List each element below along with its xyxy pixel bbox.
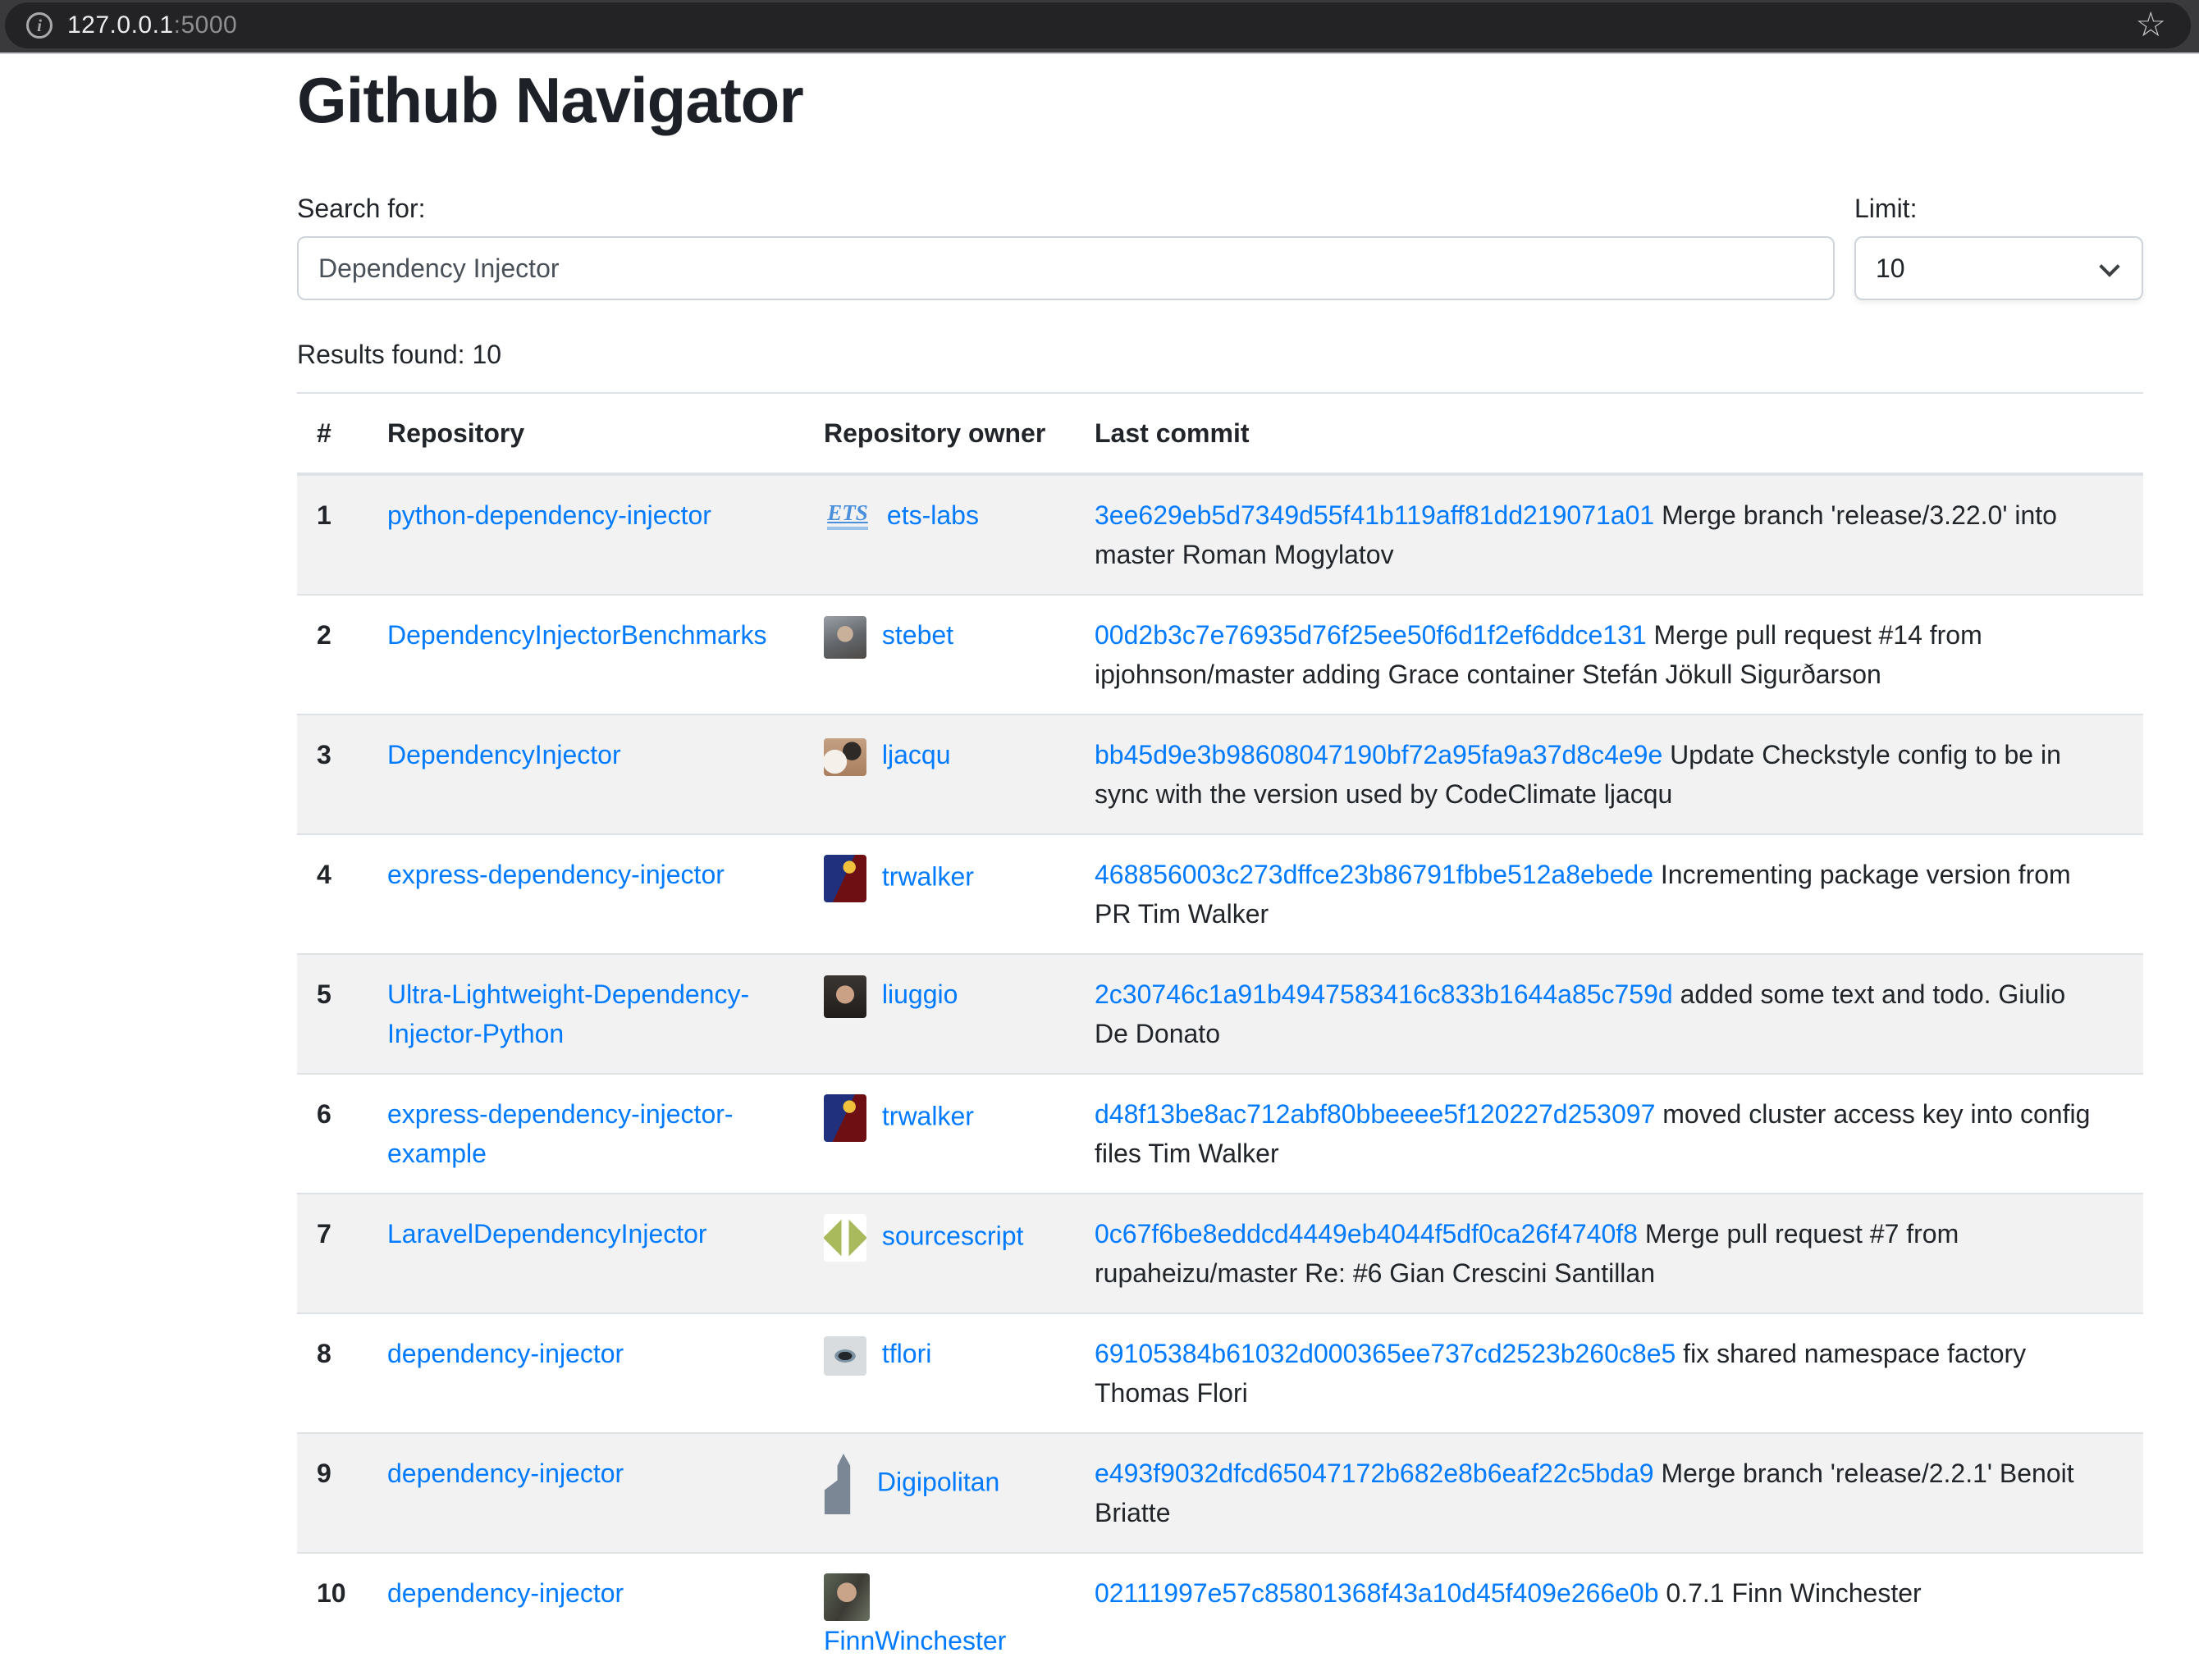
table-row: 2 DependencyInjectorBenchmarks stebet 00… <box>297 595 2143 714</box>
row-number: 1 <box>297 474 368 595</box>
owner-link[interactable]: ljacqu <box>882 740 951 769</box>
search-form: Search for: Limit: 10 <box>297 189 2143 300</box>
commit-hash-link[interactable]: 0c67f6be8eddcd4449eb4044f5df0ca26f4740f8 <box>1095 1219 1638 1249</box>
table-row: 6 express-dependency-injector-example tr… <box>297 1074 2143 1194</box>
owner-link[interactable]: FinnWinchester <box>824 1626 1006 1655</box>
star-icon[interactable]: ☆ <box>2135 7 2166 42</box>
tflori-avatar-icon <box>824 1336 866 1376</box>
repo-link[interactable]: python-dependency-injector <box>387 500 711 530</box>
table-row: 8 dependency-injector tflori 69105384b61… <box>297 1313 2143 1433</box>
digipolitan-avatar-icon <box>824 1454 862 1514</box>
column-header-num: # <box>297 393 368 474</box>
owner-link[interactable]: trwalker <box>882 861 974 891</box>
url-port: :5000 <box>174 11 238 39</box>
row-number: 7 <box>297 1194 368 1313</box>
owner-link[interactable]: ets-labs <box>887 500 979 530</box>
repo-link[interactable]: DependencyInjector <box>387 740 621 769</box>
repo-link[interactable]: LaravelDependencyInjector <box>387 1219 707 1249</box>
page-content: Github Navigator Search for: Limit: 10 R… <box>297 61 2143 1680</box>
limit-select[interactable]: 10 <box>1854 236 2143 300</box>
liuggio-avatar-icon <box>824 975 866 1018</box>
sourcescript-avatar-icon <box>824 1214 866 1262</box>
finnwinchester-avatar-icon <box>824 1573 870 1621</box>
table-row: 5 Ultra-Lightweight-Dependency-Injector-… <box>297 954 2143 1074</box>
stebet-avatar-icon <box>824 616 866 659</box>
commit-hash-link[interactable]: 468856003c273dffce23b86791fbbe512a8ebede <box>1095 860 1653 889</box>
page-title: Github Navigator <box>297 61 2143 139</box>
table-row: 7 LaravelDependencyInjector sourcescript… <box>297 1194 2143 1313</box>
row-number: 10 <box>297 1553 368 1680</box>
column-header-last-commit: Last commit <box>1075 393 2143 474</box>
commit-hash-link[interactable]: 00d2b3c7e76935d76f25ee50f6d1f2ef6ddce131 <box>1095 620 1647 650</box>
row-number: 6 <box>297 1074 368 1194</box>
table-row: 10 dependency-injector FinnWinchester 02… <box>297 1553 2143 1680</box>
commit-hash-link[interactable]: 2c30746c1a91b4947583416c833b1644a85c759d <box>1095 979 1673 1009</box>
owner-link[interactable]: sourcescript <box>882 1221 1024 1250</box>
commit-hash-link[interactable]: 02111997e57c85801368f43a10d45f409e266e0b <box>1095 1578 1659 1608</box>
results-table: # Repository Repository owner Last commi… <box>297 392 2143 1680</box>
table-header-row: # Repository Repository owner Last commi… <box>297 393 2143 474</box>
row-number: 8 <box>297 1313 368 1433</box>
limit-selected-value: 10 <box>1876 253 1905 284</box>
table-row: 4 express-dependency-injector trwalker 4… <box>297 834 2143 954</box>
commit-hash-link[interactable]: e493f9032dfcd65047172b682e8b6eaf22c5bda9 <box>1095 1459 1654 1488</box>
commit-hash-link[interactable]: 3ee629eb5d7349d55f41b119aff81dd219071a01 <box>1095 500 1654 530</box>
owner-link[interactable]: Digipolitan <box>877 1467 999 1496</box>
commit-hash-link[interactable]: 69105384b61032d000365ee737cd2523b260c8e5 <box>1095 1339 1676 1368</box>
table-row: 3 DependencyInjector ljacqu bb45d9e3b986… <box>297 714 2143 834</box>
url-text: 127.0.0.1:5000 <box>67 11 237 39</box>
search-label: Search for: <box>297 189 1835 228</box>
trwalker-avatar-icon <box>824 855 866 902</box>
table-row: 1 python-dependency-injector ETS ets-lab… <box>297 474 2143 595</box>
column-header-owner: Repository owner <box>804 393 1075 474</box>
browser-bar: i 127.0.0.1:5000 ☆ <box>0 0 2199 54</box>
row-number: 2 <box>297 595 368 714</box>
row-number: 9 <box>297 1433 368 1553</box>
commit-hash-link[interactable]: bb45d9e3b98608047190bf72a95fa9a37d8c4e9e <box>1095 740 1662 769</box>
repo-link[interactable]: Ultra-Lightweight-Dependency-Injector-Py… <box>387 979 749 1048</box>
info-icon[interactable]: i <box>26 12 53 39</box>
owner-link[interactable]: stebet <box>882 620 953 650</box>
chevron-down-icon <box>2099 256 2119 276</box>
owner-link[interactable]: liuggio <box>882 979 958 1009</box>
row-number: 5 <box>297 954 368 1074</box>
repo-link[interactable]: express-dependency-injector-example <box>387 1099 734 1168</box>
owner-link[interactable]: tflori <box>882 1339 931 1368</box>
trwalker-avatar-icon <box>824 1094 866 1142</box>
search-input[interactable] <box>297 236 1835 300</box>
row-number: 4 <box>297 834 368 954</box>
address-bar[interactable]: i 127.0.0.1:5000 ☆ <box>5 2 2191 48</box>
repo-link[interactable]: dependency-injector <box>387 1578 624 1608</box>
ets-labs-avatar-icon: ETS <box>824 502 871 533</box>
repo-link[interactable]: dependency-injector <box>387 1339 624 1368</box>
table-row: 9 dependency-injector Digipolitan e493f9… <box>297 1433 2143 1553</box>
commit-message: 0.7.1 Finn Winchester <box>1666 1578 1921 1608</box>
repo-link[interactable]: DependencyInjectorBenchmarks <box>387 620 766 650</box>
commit-hash-link[interactable]: d48f13be8ac712abf80bbeeee5f120227d253097 <box>1095 1099 1655 1129</box>
column-header-repository: Repository <box>368 393 804 474</box>
row-number: 3 <box>297 714 368 834</box>
url-host: 127.0.0.1 <box>67 11 174 39</box>
repo-link[interactable]: express-dependency-injector <box>387 860 725 889</box>
limit-label: Limit: <box>1854 189 2143 228</box>
repo-link[interactable]: dependency-injector <box>387 1459 624 1488</box>
ljacqu-avatar-icon <box>824 738 866 776</box>
owner-link[interactable]: trwalker <box>882 1101 974 1130</box>
results-count: Results found: 10 <box>297 335 2143 374</box>
